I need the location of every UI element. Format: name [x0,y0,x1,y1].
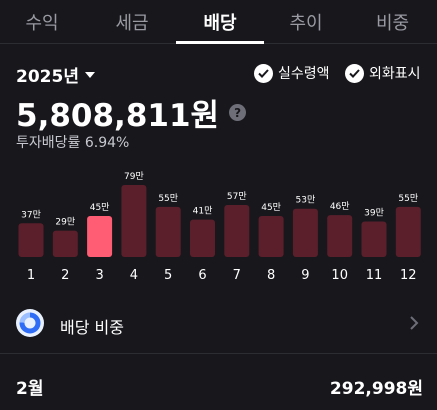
month-tick-label: 2 [61,268,69,283]
bar-month-3[interactable] [87,215,113,257]
data-label: 57만 [227,191,247,202]
tab-dividend[interactable]: 배당 [176,0,264,44]
check-circle-icon [254,63,273,83]
data-label: 45만 [90,202,110,213]
year-selector[interactable]: 2025년 [16,62,95,87]
caret-down-icon [84,71,95,78]
data-label: 46만 [330,201,350,212]
divider [0,353,437,354]
bar-month-6[interactable] [190,219,215,257]
month-tick-label: 6 [198,268,206,283]
month-tick-label: 11 [366,268,383,283]
month-label: 2월 [16,379,44,399]
bar-month-4[interactable] [121,185,147,257]
foreign-currency-toggle[interactable]: 외화표시 [345,63,421,83]
monthly-dividend-chart: 37만 1 29만 2 45만 3 79만 4 55만 5 41만 6 57만 7 45만 8 53만 9 46만 1… [18,171,421,283]
bar-month-1[interactable] [18,223,44,257]
chevron-right-icon [410,316,419,330]
active-tab-indicator [176,41,264,44]
year-label: 2025년 [16,67,79,87]
month-tick-label: 5 [164,268,172,283]
total-amount: 5,808,811원 [16,98,220,134]
real-amount-label: 실수령액 [278,66,330,82]
tab-weight[interactable]: 비중 [348,0,437,44]
month-tick-label: 12 [400,268,417,283]
question-icon[interactable]: ? [229,104,247,121]
tab-trend[interactable]: 추이 [264,0,348,44]
data-label: 29만 [55,217,75,228]
dividend-yield: 투자배당률 6.94% [16,135,130,151]
bar-month-8[interactable] [258,215,284,257]
tab-income[interactable]: 수익 [0,0,84,44]
selected-month-row: 2월 292,998원 [0,366,437,402]
bar-month-2[interactable] [52,230,78,257]
data-label: 37만 [21,209,41,220]
total-dividend: 5,808,811원 ? [16,90,247,135]
dividend-ratio-row[interactable]: 배당 비중 [0,300,437,346]
bar-month-9[interactable] [292,208,318,257]
bar-month-10[interactable] [327,215,353,257]
month-tick-label: 7 [233,268,241,283]
month-tick-label: 10 [331,268,348,283]
data-label: 41만 [193,206,213,217]
bar-month-5[interactable] [155,206,181,257]
data-label: 39만 [364,207,384,218]
dividend-ratio-label: 배당 비중 [60,318,124,337]
data-label: 45만 [261,202,281,213]
data-label: 55만 [398,193,418,204]
month-tick-label: 8 [267,268,275,283]
foreign-currency-label: 외화표시 [369,66,421,82]
bar-month-12[interactable] [395,206,421,257]
tab-bar: 수익 세금 배당 추이 비중 [0,0,437,44]
check-circle-icon [345,63,364,83]
real-amount-toggle[interactable]: 실수령액 [254,63,330,83]
month-tick-label: 4 [130,268,138,283]
data-label: 79만 [124,171,144,182]
month-tick-label: 9 [301,268,309,283]
bar-month-11[interactable] [361,221,387,257]
month-tick-label: 1 [27,268,35,283]
bar-month-7[interactable] [224,205,250,257]
month-amount: 292,998원 [329,379,423,399]
data-label: 55만 [158,193,178,204]
donut-chart-icon [16,309,44,337]
data-label: 53만 [296,195,316,206]
month-tick-label: 3 [95,268,103,283]
tab-tax[interactable]: 세금 [88,0,176,44]
